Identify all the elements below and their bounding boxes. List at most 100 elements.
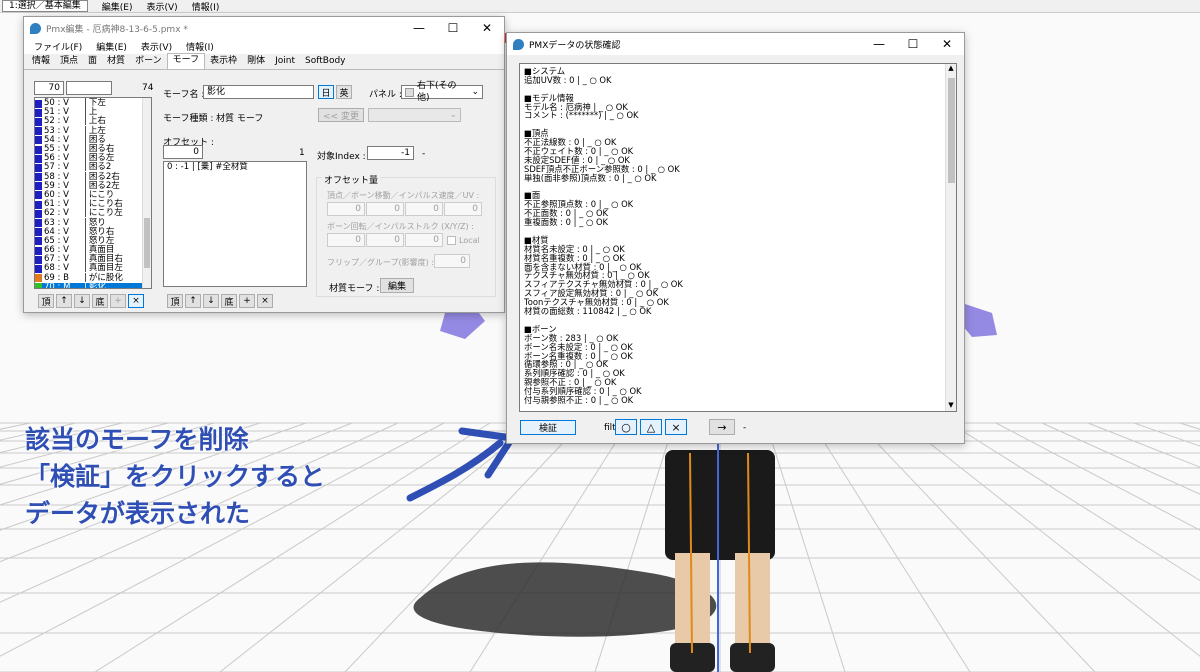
close-icon[interactable]: ✕ <box>930 33 964 55</box>
maximize-icon[interactable]: ☐ <box>436 17 470 39</box>
offset-bottom-button[interactable]: 底 <box>221 294 237 308</box>
morph-name-input[interactable]: 影化 <box>203 85 314 99</box>
change-type-select[interactable]: ⌄ <box>368 108 461 122</box>
move-bottom-button[interactable]: 底 <box>92 294 108 308</box>
menu-file[interactable]: ファイル(F) <box>34 40 82 53</box>
offset-up-button[interactable]: ↑ <box>185 294 201 308</box>
minimize-icon[interactable]: — <box>402 17 436 39</box>
move-top-button[interactable]: 頂 <box>38 294 54 308</box>
separator: | <box>84 281 87 289</box>
filter-warning-button[interactable]: △ <box>640 419 662 435</box>
report-scrollbar[interactable]: ▲ ▼ <box>945 64 956 411</box>
tab-display-frame[interactable]: 表示枠 <box>205 55 242 69</box>
scrollbar-thumb[interactable] <box>948 78 955 183</box>
offset-top-button[interactable]: 頂 <box>167 294 183 308</box>
vertex-w-field[interactable]: 0 <box>444 202 482 216</box>
bg-menu-view[interactable]: 表示(V) <box>146 0 177 13</box>
report-blank-line <box>524 120 952 129</box>
flip-group-field[interactable]: 0 <box>434 254 470 268</box>
delete-morph-button[interactable]: × <box>128 294 144 308</box>
bg-menu-edit[interactable]: 編集(E) <box>102 0 133 13</box>
filter-error-button[interactable]: × <box>665 419 687 435</box>
target-index-label: 対象Index : <box>317 152 366 162</box>
morph-color-swatch <box>35 228 42 237</box>
tab-softbody[interactable]: SoftBody <box>300 55 350 69</box>
move-up-button[interactable]: ↑ <box>56 294 72 308</box>
morph-search-field[interactable] <box>66 81 112 95</box>
edit-material-morph-button[interactable]: 編集 <box>380 278 414 293</box>
add-morph-button[interactable]: + <box>110 294 126 308</box>
check-report-area[interactable]: ■システム 追加UV数 : 0 | _ ○ OK ■モデル情報 モデル名 : 厄病神 … <box>519 63 957 412</box>
offset-delete-button[interactable]: × <box>257 294 273 308</box>
rotation-y-field[interactable]: 0 <box>366 233 404 247</box>
morph-list-buttons: 頂 ↑ ↓ 底 + × <box>38 294 144 308</box>
morph-color-swatch <box>35 108 42 117</box>
grid-line <box>995 422 1200 531</box>
scrollbar-thumb[interactable] <box>144 218 150 268</box>
morph-color-swatch <box>35 237 42 246</box>
tab-info[interactable]: 情報 <box>27 55 55 69</box>
rotation-label: ボーン回転／インパルストルク (X/Y/Z) : <box>327 222 474 231</box>
morph-type-label: モーフ種類 : <box>163 114 214 124</box>
report-blank-line <box>524 227 952 236</box>
morph-id: 62 : V <box>44 208 69 219</box>
morph-list-scrollbar[interactable] <box>142 98 151 288</box>
morph-name: 影化 <box>88 281 106 289</box>
offset-index-field[interactable]: 0 <box>163 145 203 159</box>
pmx-editor-titlebar[interactable]: Pmx編集 - 厄病神8-13-6-5.pmx * — ☐ ✕ <box>24 17 504 39</box>
morph-list[interactable]: 50 : V | 下左 51 : V | 上 52 : V | 上右 53 : V | 上左 54 : … <box>34 97 152 289</box>
report-line: 追加UV数 : 0 | _ ○ OK <box>524 74 612 85</box>
filter-ok-button[interactable]: ○ <box>615 419 637 435</box>
vertex-x-field[interactable]: 0 <box>327 202 365 216</box>
minimize-icon[interactable]: — <box>862 33 896 55</box>
pmx-check-titlebar[interactable]: PMXデータの状態確認 — ☐ ✕ <box>507 33 964 55</box>
edit-mode-select[interactable]: 1:選択／基本編集 <box>2 0 88 12</box>
scroll-down-icon[interactable]: ▼ <box>946 401 956 411</box>
annotation-line-1: 該当のモーフを削除 <box>25 425 249 454</box>
menu-view[interactable]: 表示(V) <box>141 40 172 53</box>
tab-material[interactable]: 材質 <box>102 55 130 69</box>
model-shoe-right <box>730 643 775 672</box>
move-down-button[interactable]: ↓ <box>74 294 90 308</box>
scroll-up-icon[interactable]: ▲ <box>946 64 956 74</box>
tab-rigidbody[interactable]: 剛体 <box>242 55 270 69</box>
grid-line <box>857 422 1096 672</box>
annotation-line-2: 「検証」をクリックすると <box>25 462 326 491</box>
tab-joint[interactable]: Joint <box>270 55 300 69</box>
rotation-z-field[interactable]: 0 <box>405 233 443 247</box>
maximize-icon[interactable]: ☐ <box>896 33 930 55</box>
report-line: 材質の面総数 : 110842 | _ ○ OK <box>524 306 652 317</box>
report-blank-line <box>524 85 952 94</box>
morph-index-field[interactable]: 70 <box>34 81 64 95</box>
tab-face[interactable]: 面 <box>83 55 102 69</box>
offset-list-item[interactable]: 0 : -1 | [乗] #全材質 <box>164 162 306 173</box>
offset-down-button[interactable]: ↓ <box>203 294 219 308</box>
change-button[interactable]: << 変更 <box>318 108 364 122</box>
tab-bone[interactable]: ボーン <box>130 55 167 69</box>
morph-color-swatch <box>35 136 42 145</box>
vertex-y-field[interactable]: 0 <box>366 202 404 216</box>
morph-list-item[interactable]: 70 : M | 影化 <box>35 281 151 289</box>
jump-arrow-button[interactable]: → <box>709 419 735 435</box>
target-index-field[interactable]: -1 <box>367 146 414 160</box>
close-icon[interactable]: ✕ <box>470 17 504 39</box>
rotation-x-field[interactable]: 0 <box>327 233 365 247</box>
local-checkbox[interactable] <box>447 235 456 245</box>
morph-color-swatch <box>35 246 42 255</box>
english-name-button[interactable]: 英 <box>336 85 352 99</box>
tab-vertex[interactable]: 頂点 <box>55 55 83 69</box>
annotation-line-3: データが表示された <box>25 499 251 528</box>
offset-list[interactable]: 0 : -1 | [乗] #全材質 <box>163 161 307 287</box>
menu-info[interactable]: 情報(I) <box>186 40 214 53</box>
tab-morph[interactable]: モーフ <box>166 53 206 69</box>
grid-line <box>1041 422 1200 495</box>
panel-select[interactable]: 右下(その他) ⌄ <box>401 81 483 103</box>
japanese-name-button[interactable]: 日 <box>318 85 334 99</box>
report-blank-line <box>524 183 952 192</box>
vertex-z-field[interactable]: 0 <box>405 202 443 216</box>
offset-add-button[interactable]: + <box>239 294 255 308</box>
verify-button[interactable]: 検証 <box>520 420 576 435</box>
annotation-text: 該当のモーフを削除 「検証」をクリックすると データが表示された <box>25 421 325 532</box>
bg-menu-info[interactable]: 情報(I) <box>192 0 220 13</box>
menu-edit[interactable]: 編集(E) <box>96 40 127 53</box>
